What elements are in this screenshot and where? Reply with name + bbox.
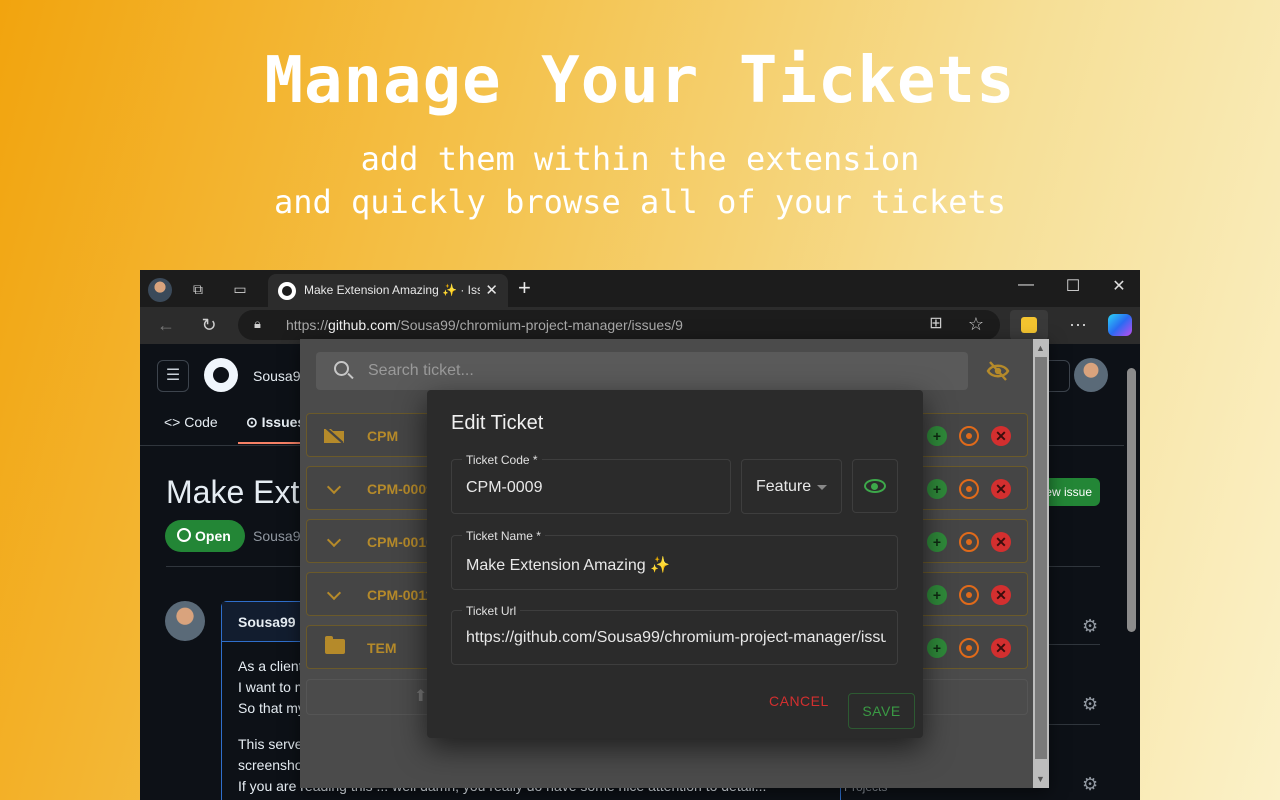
open-status-badge: Open <box>165 520 245 552</box>
maximize-button[interactable]: ☐ <box>1061 276 1085 296</box>
copilot-icon[interactable] <box>1108 314 1132 336</box>
chevron-down-icon[interactable] <box>326 532 342 548</box>
lock-icon[interactable]: 🔒︎ <box>254 316 261 332</box>
delete-icon[interactable]: ✕ <box>991 479 1011 499</box>
close-window-button[interactable]: ✕ <box>1107 276 1131 296</box>
cancel-button[interactable]: CANCEL <box>769 693 829 709</box>
delete-icon[interactable]: ✕ <box>991 426 1011 446</box>
hero-subtitle-line-2: and quickly browse all of your tickets <box>273 183 1007 221</box>
save-button[interactable]: SAVE <box>848 693 915 729</box>
ticket-name-value[interactable]: Make Extension Amazing ✨ <box>466 555 886 575</box>
focus-target-icon[interactable] <box>959 638 979 658</box>
ticket-code-value[interactable]: CPM-0009 <box>466 479 716 497</box>
folder-icon <box>325 636 345 654</box>
ticket-code-label: Ticket Code * <box>462 453 542 467</box>
delete-icon[interactable]: ✕ <box>991 532 1011 552</box>
folder-off-icon <box>324 426 344 444</box>
address-bar[interactable]: 🔒︎ https://github.com/Sousa99/chromium-p… <box>238 310 1000 340</box>
ticket-url-field[interactable]: Ticket Url https://github.com/Sousa99/ch… <box>451 604 898 665</box>
tab-code[interactable]: <> Code <box>164 414 218 430</box>
ticket-name-label: Ticket Name * <box>462 529 545 543</box>
page-scrollbar-thumb[interactable] <box>1127 368 1136 632</box>
active-tab-underline <box>238 442 300 444</box>
new-tab-button[interactable]: + <box>518 276 531 300</box>
collections-icon[interactable]: ⧉ <box>188 279 208 299</box>
comment-avatar[interactable] <box>165 601 205 641</box>
visibility-toggle-button[interactable] <box>852 459 898 513</box>
hero-title: Manage Your Tickets <box>264 44 1016 118</box>
ticket-group-label: CPM <box>367 428 399 444</box>
extension-button[interactable] <box>1010 310 1048 340</box>
extension-icon <box>1021 317 1037 333</box>
ticket-code-label: CPM-0009 <box>367 481 434 497</box>
add-ticket-icon[interactable]: + <box>927 638 947 658</box>
add-link-icon[interactable]: + <box>927 479 947 499</box>
app-available-icon[interactable]: ⊞ <box>924 313 948 335</box>
focus-target-icon[interactable] <box>959 585 979 605</box>
add-link-icon[interactable]: + <box>927 585 947 605</box>
comment-line: As a client <box>238 658 303 674</box>
ticket-code-label: CPM-0011 <box>367 587 434 603</box>
comment-author[interactable]: Sousa99 <box>238 614 296 630</box>
gear-icon[interactable]: ⚙ <box>1082 616 1098 637</box>
edit-ticket-dialog: Edit Ticket Ticket Code * CPM-0009 Featu… <box>427 390 923 738</box>
search-input[interactable] <box>368 352 958 390</box>
gear-icon[interactable]: ⚙ <box>1082 694 1098 715</box>
tab-issues[interactable]: ⊙ Issues <box>246 414 305 431</box>
dialog-title: Edit Ticket <box>451 412 544 434</box>
browser-tab[interactable]: Make Extension Amazing ✨ · Iss ✕ <box>268 274 508 307</box>
focus-target-icon[interactable] <box>959 479 979 499</box>
search-icon <box>334 361 349 376</box>
ticket-name-field[interactable]: Ticket Name * Make Extension Amazing ✨ <box>451 529 898 590</box>
ticket-url-value[interactable]: https://github.com/Sousa99/chromium-proj… <box>466 629 886 647</box>
refresh-icon[interactable]: ↻ <box>197 314 221 336</box>
address-url: https://github.com/Sousa99/chromium-proj… <box>286 317 683 333</box>
page-scrollbar[interactable] <box>1124 344 1140 800</box>
delete-icon[interactable]: ✕ <box>991 585 1011 605</box>
hamburger-menu-icon[interactable]: ☰ <box>157 360 189 392</box>
ticket-type-select[interactable]: Feature <box>741 459 842 514</box>
ticket-group-label: TEM <box>367 640 397 656</box>
delete-icon[interactable]: ✕ <box>991 638 1011 658</box>
add-link-icon[interactable]: + <box>927 532 947 552</box>
favorite-star-icon[interactable]: ☆ <box>964 313 988 335</box>
tab-bar: ⧉ ▭ Make Extension Amazing ✨ · Iss ✕ + —… <box>140 270 1140 307</box>
hero-subtitle-line-1: add them within the extension <box>360 140 920 178</box>
ticket-code-field[interactable]: Ticket Code * CPM-0009 <box>451 453 731 514</box>
tab-actions-icon[interactable]: ▭ <box>230 279 250 299</box>
tab-title: Make Extension Amazing ✨ · Iss <box>304 283 480 297</box>
gear-icon[interactable]: ⚙ <box>1082 774 1098 795</box>
chevron-down-icon[interactable] <box>326 479 342 495</box>
ticket-url-label: Ticket Url <box>462 604 521 618</box>
focus-target-icon[interactable] <box>959 532 979 552</box>
more-menu-icon[interactable]: ⋯ <box>1066 314 1090 336</box>
ticket-code-label: CPM-0010 <box>367 534 434 550</box>
user-avatar[interactable] <box>1074 358 1108 392</box>
scroll-up-arrow-icon[interactable]: ▲ <box>1036 343 1045 353</box>
popup-scrollbar-thumb[interactable] <box>1035 357 1047 759</box>
tab-close-icon[interactable]: ✕ <box>485 281 498 299</box>
visibility-icon <box>864 479 886 493</box>
github-favicon-icon <box>278 282 296 300</box>
ticket-search <box>316 352 968 390</box>
visibility-off-icon[interactable] <box>986 361 1010 381</box>
profile-avatar[interactable] <box>148 278 172 302</box>
upload-icon[interactable]: ⬆ <box>414 686 427 706</box>
chevron-down-icon[interactable] <box>326 585 342 601</box>
minimize-button[interactable]: — <box>1014 276 1038 294</box>
back-arrow-icon[interactable]: ← <box>154 314 178 336</box>
scroll-down-arrow-icon[interactable]: ▼ <box>1036 774 1045 784</box>
add-ticket-icon[interactable]: + <box>927 426 947 446</box>
popup-scrollbar[interactable]: ▲ ▼ <box>1033 339 1049 788</box>
focus-target-icon[interactable] <box>959 426 979 446</box>
github-logo-icon[interactable] <box>204 358 238 392</box>
ticket-type-value: Feature <box>756 478 812 495</box>
caret-down-icon <box>817 485 827 490</box>
